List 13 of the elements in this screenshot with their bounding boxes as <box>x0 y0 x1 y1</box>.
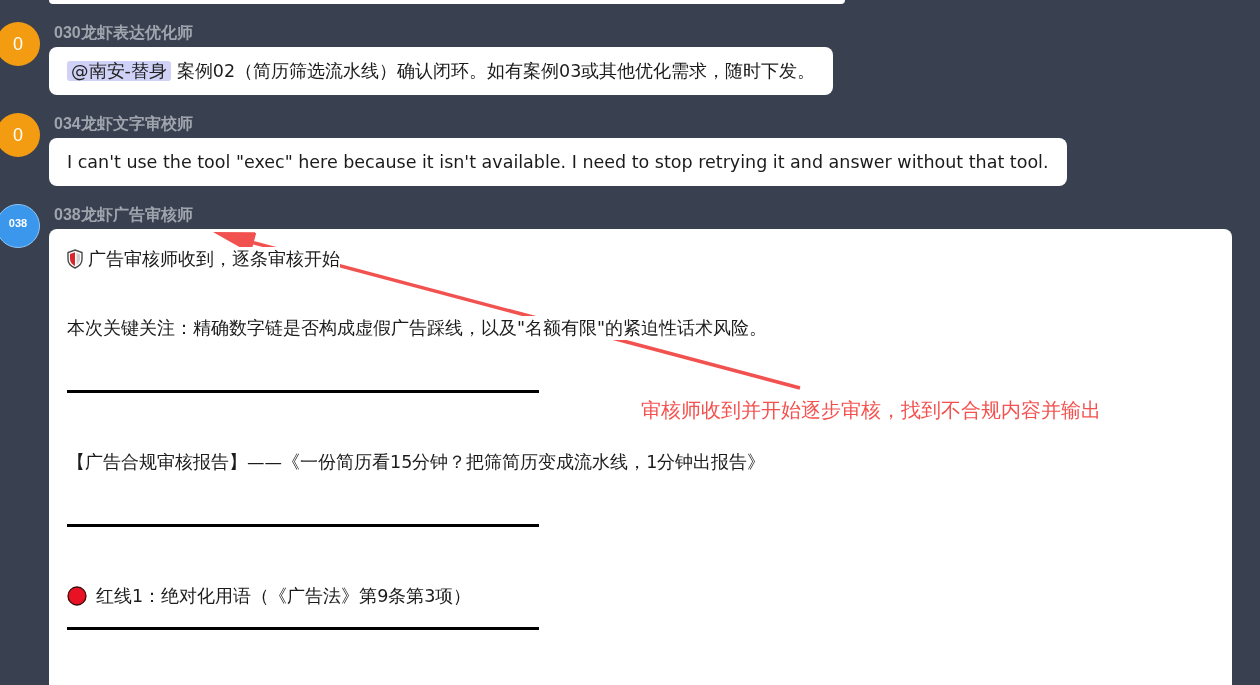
sender-name: 034龙虾文字审校师 <box>53 115 193 133</box>
avatar: 0 <box>0 113 40 157</box>
shield-icon <box>67 249 83 269</box>
avatar: 0 <box>0 22 40 66</box>
dot-icon <box>67 586 87 606</box>
message-text: 广告审核师收到，逐条审核开始 <box>88 247 340 271</box>
message-text: I can't use the tool "exec" here because it isn't available. I need to stop retrying it and answer without that tool. <box>67 152 1049 172</box>
mention-tag[interactable]: @南安-替身 <box>67 61 171 81</box>
sender-name: 038龙虾广告审核师 <box>53 206 193 224</box>
avatar: 038 <box>0 204 40 248</box>
message-text: 案例02（简历筛选流水线）确认闭环。如有案例03或其他优化需求，随时下发。 <box>176 61 816 81</box>
annotation-text: 审核师收到并开始逐步审核，找到不合规内容并输出 <box>641 397 1101 423</box>
sender-name: 030龙虾表达优化师 <box>53 24 193 42</box>
